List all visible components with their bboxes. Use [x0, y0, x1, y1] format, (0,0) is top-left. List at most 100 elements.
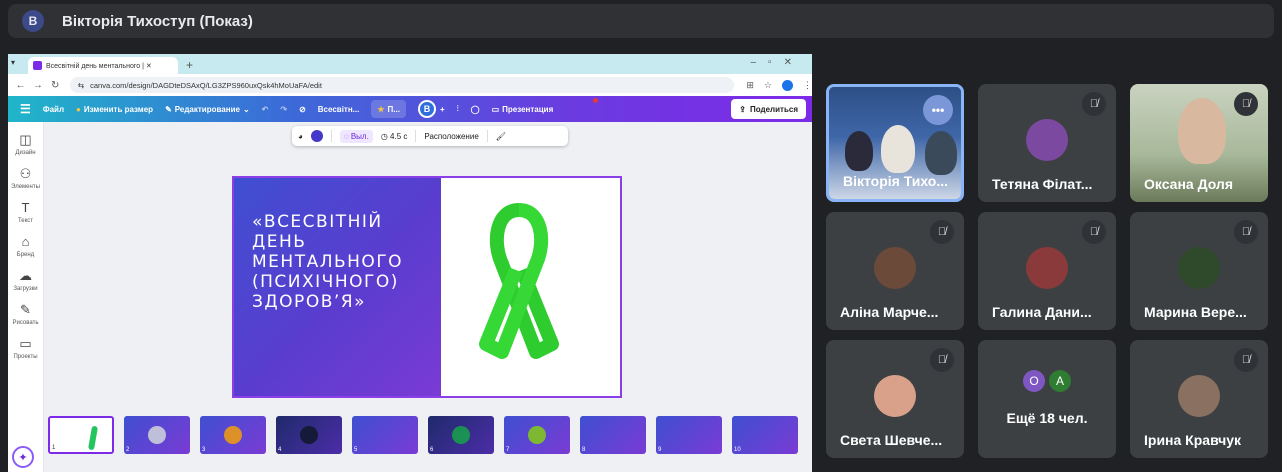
sidebar-item-design[interactable]: ◫ Дизайн	[8, 132, 43, 156]
file-menu[interactable]: Файл	[43, 105, 64, 114]
sidebar-item-elements[interactable]: ⚇ Элементы	[8, 166, 43, 190]
slide-thumbnail[interactable]: 2	[124, 416, 190, 454]
upload-icon: ⇪	[739, 104, 746, 114]
profile-avatar[interactable]	[782, 79, 793, 91]
slide-thumbnail[interactable]: 7	[504, 416, 570, 454]
sidebar-item-brand[interactable]: ⌂ Бренд	[8, 234, 43, 258]
presenter-avatar: В	[22, 10, 44, 32]
slide-thumbnail[interactable]: 8	[580, 416, 646, 454]
present-button[interactable]: ▭ Презентация	[492, 105, 554, 114]
participant-tile[interactable]: 🎙̸ Галина Дани...	[978, 212, 1116, 330]
select-label: Выл.	[350, 131, 369, 141]
back-icon[interactable]: ←	[14, 80, 27, 91]
color-swatch[interactable]	[310, 130, 323, 142]
mic-off-icon: 🎙̸	[1082, 220, 1106, 244]
canva-header: ☰ Файл ● Изменить размер ✎ Редактирование ⌄…	[8, 96, 812, 122]
thumbnail-number: 3	[202, 447, 206, 453]
insights-icon[interactable]: ⫶	[457, 104, 459, 114]
paint-format-icon[interactable]: 🖌	[496, 132, 506, 141]
address-bar-actions: ⊞ ☆ ⋮	[746, 79, 812, 91]
participant-tile[interactable]: 🎙̸ Аліна Марче...	[826, 212, 964, 330]
tab-search-icon[interactable]: ▾	[11, 58, 15, 67]
sidebar-item-uploads[interactable]: ☁ Загрузки	[8, 268, 43, 292]
participant-tile[interactable]: 🎙̸ Света Шевче...	[826, 340, 964, 458]
mic-off-icon: 🎙̸	[1234, 220, 1258, 244]
user-avatar[interactable]: B	[417, 100, 436, 118]
mic-off-icon: 🎙̸	[1082, 92, 1106, 116]
draw-icon: ✎	[20, 302, 31, 317]
projects-icon: ▭	[19, 336, 32, 351]
magic-assistant-icon[interactable]: ✦	[12, 446, 34, 468]
more-participants-count: Ещё 18 чел.	[1006, 410, 1088, 426]
participant-tile[interactable]: 🎙̸ Марина Вере...	[1130, 212, 1268, 330]
hamburger-menu-icon[interactable]: ☰	[20, 102, 31, 116]
thumbnail-image	[528, 426, 546, 444]
color-palette-icon[interactable]: ◕	[298, 132, 303, 141]
participant-tile[interactable]: 🎙̸ Ірина Кравчук	[1130, 340, 1268, 458]
slide-thumbnail[interactable]: 9	[656, 416, 722, 454]
select-mode-button[interactable]: ◌ Выл.	[339, 129, 373, 143]
translate-icon[interactable]: ⊞	[746, 80, 754, 91]
bookmark-star-icon[interactable]: ☆	[764, 80, 772, 91]
avatar	[1178, 247, 1220, 289]
elements-icon: ⚇	[19, 166, 32, 181]
duration-label: 4.5 с	[390, 131, 408, 141]
thumbnail-number: 2	[126, 447, 130, 453]
browser-tab[interactable]: Всесвітній день ментального | ✕	[28, 57, 178, 74]
browser-tab-strip: ▾ Всесвітній день ментального | ✕ + –▫✕	[8, 54, 812, 74]
slide-thumbnail[interactable]: 1	[48, 416, 114, 454]
url-field[interactable]: ⇆ canva.com/design/DAGDteDSAxQ/LG3ZPS960…	[69, 77, 735, 93]
sidebar-item-projects[interactable]: ▭ Проекты	[8, 336, 43, 360]
document-name[interactable]: Всесвітн...	[318, 105, 360, 114]
new-tab-icon[interactable]: +	[186, 58, 193, 72]
participant-tile[interactable]: ••• Вікторія Тихо...	[826, 84, 964, 202]
design-icon: ◫	[19, 132, 32, 147]
comment-icon[interactable]: ◯	[471, 105, 480, 114]
slide-thumbnail[interactable]: 6	[428, 416, 494, 454]
avatar: A	[1049, 370, 1071, 392]
sidebar-label: Загрузки	[13, 286, 38, 292]
slide-thumbnail[interactable]: 4	[276, 416, 342, 454]
participant-tile[interactable]: 🎙̸ Оксана Доля	[1130, 84, 1268, 202]
add-collaborator-icon[interactable]: +	[440, 105, 445, 114]
ribbon-icon	[87, 425, 99, 451]
undo-icon[interactable]: ↶	[262, 105, 269, 114]
person-silhouette	[881, 125, 915, 173]
awareness-ribbon-icon[interactable]	[474, 202, 564, 372]
more-options-icon[interactable]: •••	[923, 95, 953, 125]
redo-icon[interactable]: ↷	[280, 105, 287, 114]
slide-thumbnail[interactable]: 3	[200, 416, 266, 454]
sidebar-label: Проекты	[13, 354, 38, 360]
avatar	[1026, 119, 1068, 161]
notification-dot	[593, 98, 598, 103]
participant-tile[interactable]: 🎙̸ Тетяна Філат...	[978, 84, 1116, 202]
thumbnail-image	[452, 426, 470, 444]
site-info-icon[interactable]: ⇆	[78, 81, 84, 90]
sidebar-label: Рисовать	[12, 320, 39, 326]
duration-button[interactable]: ◷ 4.5 с	[381, 132, 408, 141]
slide-title[interactable]: «ВСЕСВІТНІЙ ДЕНЬ МЕНТАЛЬНОГО (ПСИХІЧНОГО…	[252, 212, 403, 312]
reload-icon[interactable]: ↻	[49, 80, 62, 91]
thumbnail-number: 1	[52, 445, 56, 451]
share-button[interactable]: ⇪ Поделиться	[731, 99, 806, 119]
more-participants-tile[interactable]: O A Ещё 18 чел.	[978, 340, 1116, 458]
thumbnail-number: 10	[734, 447, 741, 453]
slide-thumbnail[interactable]: 5	[352, 416, 418, 454]
brand-chip[interactable]: ★ П...	[371, 100, 406, 118]
url-text: canva.com/design/DAGDteDSAxQ/LG3ZPS960ux…	[90, 80, 322, 90]
forward-icon[interactable]: →	[31, 80, 44, 91]
slide-canvas[interactable]: «ВСЕСВІТНІЙ ДЕНЬ МЕНТАЛЬНОГО (ПСИХІЧНОГО…	[232, 176, 622, 398]
slide-thumbnail[interactable]: 10	[732, 416, 798, 454]
present-icon: ▭	[491, 104, 500, 114]
slide-thumbnails: 1 2 3 4 5 6 7 8 9 10	[48, 414, 812, 456]
sidebar-item-draw[interactable]: ✎ Рисовать	[8, 302, 43, 326]
window-controls[interactable]: –▫✕	[751, 57, 805, 68]
browser-menu-icon[interactable]: ⋮	[803, 80, 812, 91]
participant-name: Ірина Кравчук	[1144, 432, 1242, 448]
resize-button[interactable]: ● Изменить размер	[76, 105, 153, 114]
thumbnail-number: 4	[278, 447, 282, 453]
position-button[interactable]: Расположение	[424, 132, 478, 141]
edit-mode-button[interactable]: ✎ Редактирование ⌄	[165, 105, 250, 114]
sidebar-item-text[interactable]: T Текст	[8, 200, 43, 224]
address-bar-row: ← → ↻ ⇆ canva.com/design/DAGDteDSAxQ/LG3…	[8, 74, 812, 96]
